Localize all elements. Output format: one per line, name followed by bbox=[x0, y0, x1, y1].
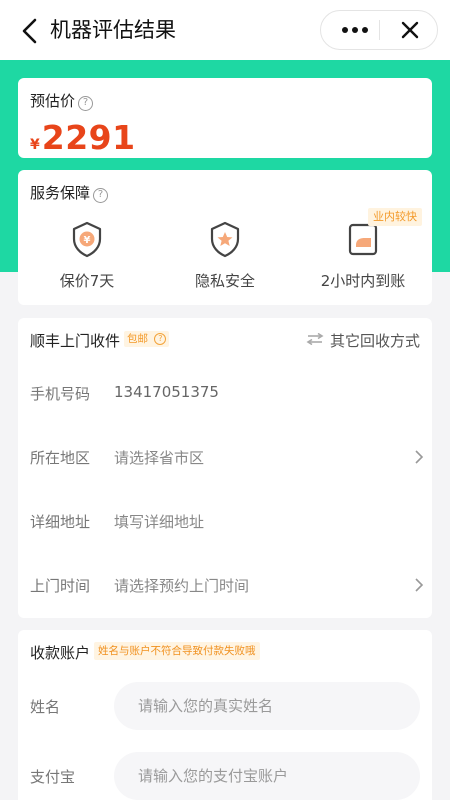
chevron-right-icon bbox=[415, 450, 424, 464]
alipay-label: 支付宝 bbox=[30, 768, 76, 786]
service-label: 隐私安全 bbox=[194, 272, 255, 290]
close-icon[interactable] bbox=[387, 11, 433, 49]
price-display: ¥2291 bbox=[30, 118, 136, 157]
phone-field[interactable]: 手机号码 13417051375 bbox=[18, 378, 432, 408]
field-label: 详细地址 bbox=[30, 513, 91, 531]
alipay-input[interactable] bbox=[114, 752, 420, 800]
free-shipping-badge: 包邮 ? bbox=[124, 331, 170, 347]
field-label: 手机号码 bbox=[30, 385, 91, 403]
name-label: 姓名 bbox=[30, 698, 61, 716]
nav-bar: 机器评估结果 bbox=[0, 0, 450, 60]
price-label-text: 预估价 bbox=[30, 92, 76, 110]
service-title-text: 服务保障 bbox=[30, 184, 91, 202]
service-item-fast-payment: 2小时内到账 bbox=[294, 220, 432, 291]
currency-symbol: ¥ bbox=[30, 137, 40, 153]
help-icon[interactable]: ? bbox=[154, 333, 167, 345]
pickup-time-value[interactable]: 请选择预约上门时间 bbox=[114, 575, 249, 596]
service-label: 保价7天 bbox=[59, 272, 115, 290]
pickup-title: 顺丰上门收件 bbox=[30, 332, 121, 350]
mini-program-capsule bbox=[320, 10, 438, 50]
pickup-card: 顺丰上门收件 包邮 ? 其它回收方式 手机号码 13417051375 所在地区… bbox=[18, 318, 432, 618]
price-label: 预估价? bbox=[30, 90, 94, 111]
more-icon[interactable] bbox=[331, 11, 379, 49]
name-input[interactable] bbox=[114, 682, 420, 730]
fast-badge: 业内较快 bbox=[368, 208, 422, 226]
capsule-divider bbox=[379, 20, 380, 40]
page-title: 机器评估结果 bbox=[50, 18, 176, 42]
pickup-time-picker[interactable]: 上门时间 请选择预约上门时间 bbox=[18, 570, 432, 600]
svg-text:¥: ¥ bbox=[84, 235, 91, 246]
free-shipping-text: 包邮 bbox=[127, 333, 148, 345]
back-arrow-icon[interactable] bbox=[18, 17, 42, 45]
address-value[interactable]: 填写详细地址 bbox=[114, 511, 204, 532]
service-label: 2小时内到账 bbox=[320, 272, 406, 290]
region-picker[interactable]: 所在地区 请选择省市区 bbox=[18, 442, 432, 472]
account-title: 收款账户 bbox=[30, 644, 91, 662]
service-item-price-protection: ¥ 保价7天 bbox=[18, 220, 156, 291]
other-method-label: 其它回收方式 bbox=[329, 332, 420, 350]
service-title: 服务保障? bbox=[30, 182, 109, 203]
chevron-right-icon bbox=[415, 578, 424, 592]
account-warning: 姓名与账户不符合导致付款失败哦 bbox=[94, 642, 260, 660]
field-label: 所在地区 bbox=[30, 449, 91, 467]
service-card: 服务保障? ¥ 保价7天 隐私安全 2小时内到账 业内较快 bbox=[18, 170, 432, 305]
service-item-privacy: 隐私安全 bbox=[156, 220, 294, 291]
address-field[interactable]: 详细地址 填写详细地址 bbox=[18, 506, 432, 536]
phone-value[interactable]: 13417051375 bbox=[114, 383, 219, 401]
region-value[interactable]: 请选择省市区 bbox=[114, 447, 204, 468]
help-icon[interactable]: ? bbox=[78, 96, 94, 111]
price-card: 预估价? ¥2291 bbox=[18, 78, 432, 158]
price-value: 2291 bbox=[41, 118, 136, 157]
swap-arrows-icon bbox=[306, 333, 324, 345]
field-label: 上门时间 bbox=[30, 577, 91, 595]
other-recycle-method-link[interactable]: 其它回收方式 bbox=[306, 330, 420, 351]
account-card: 收款账户 姓名与账户不符合导致付款失败哦 姓名 支付宝 bbox=[18, 630, 432, 800]
yuan-shield-icon: ¥ bbox=[72, 221, 102, 258]
help-icon[interactable]: ? bbox=[93, 188, 109, 203]
star-shield-icon bbox=[210, 221, 240, 258]
